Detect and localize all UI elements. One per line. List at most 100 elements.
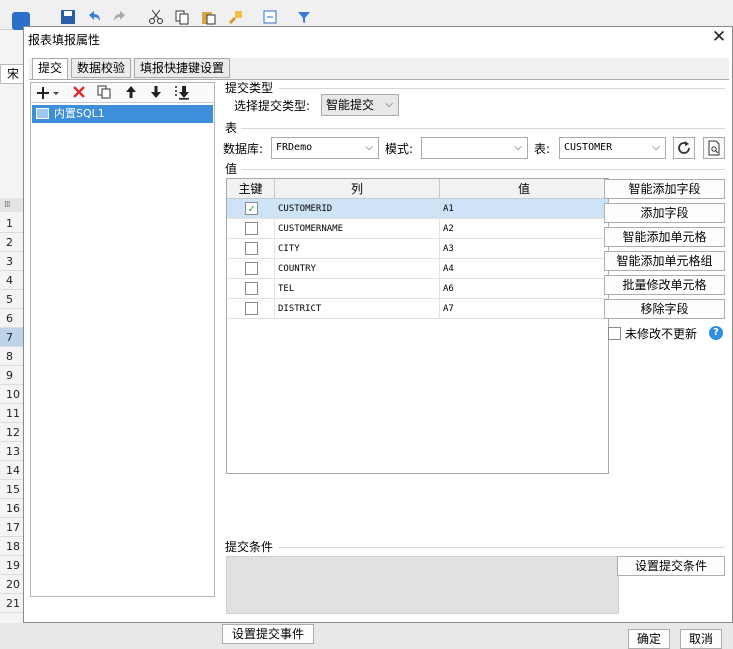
submit-type-separator bbox=[279, 88, 725, 89]
table-section-separator bbox=[241, 128, 725, 129]
set-condition-button[interactable]: 设置提交条件 bbox=[617, 556, 725, 576]
value-cell[interactable]: A7 bbox=[440, 299, 608, 319]
add-field-button[interactable]: 添加字段 bbox=[604, 203, 725, 223]
set-submit-event-button[interactable]: 设置提交事件 bbox=[222, 624, 314, 644]
preview-icon[interactable] bbox=[703, 137, 725, 159]
paste-icon[interactable] bbox=[200, 9, 216, 25]
table-row[interactable]: ✓ CUSTOMERID A1 bbox=[227, 199, 608, 219]
table-row[interactable]: CUSTOMERNAME A2 bbox=[227, 219, 608, 239]
value-cell[interactable]: A6 bbox=[440, 279, 608, 299]
chevron-down-icon: ⌵ bbox=[514, 142, 522, 153]
dialog-title: 报表填报属性 bbox=[28, 33, 101, 47]
no-update-if-unmodified-checkbox[interactable] bbox=[608, 327, 621, 340]
table-select[interactable]: CUSTOMER ⌵ bbox=[559, 137, 666, 159]
database-label: 数据库: bbox=[223, 142, 264, 156]
value-cell[interactable]: A3 bbox=[440, 239, 608, 259]
move-down-icon[interactable] bbox=[146, 84, 166, 102]
format-brush-icon[interactable] bbox=[228, 9, 244, 25]
values-section-label: 值 bbox=[225, 162, 238, 176]
primary-key-checkbox[interactable] bbox=[245, 282, 258, 295]
table-row[interactable]: TEL A6 bbox=[227, 279, 608, 299]
primary-key-cell: ✓ bbox=[227, 199, 275, 219]
ok-button[interactable]: 确定 bbox=[628, 629, 670, 649]
table-icon bbox=[36, 108, 49, 119]
undo-icon[interactable] bbox=[86, 9, 102, 25]
submit-type-label: 选择提交类型: bbox=[234, 99, 311, 113]
condition-section-label: 提交条件 bbox=[225, 540, 274, 554]
smart-add-cell-group-button[interactable]: 智能添加单元格组 bbox=[604, 251, 725, 271]
primary-key-checkbox[interactable] bbox=[245, 262, 258, 275]
column-cell[interactable]: DISTRICT bbox=[275, 299, 440, 319]
value-cell[interactable]: A4 bbox=[440, 259, 608, 279]
primary-key-cell bbox=[227, 259, 275, 279]
copy-item-icon[interactable] bbox=[94, 84, 114, 102]
help-icon[interactable]: ? bbox=[709, 326, 723, 340]
primary-key-checkbox[interactable] bbox=[245, 242, 258, 255]
report-fill-properties-dialog: 报表填报属性 ✕ 提交 数据校验 填报快捷键设置 内置SQL1 提交类型 选择提… bbox=[23, 26, 733, 649]
no-update-if-unmodified-label: 未修改不更新 bbox=[625, 327, 698, 341]
filter-icon[interactable] bbox=[296, 9, 312, 25]
submit-list-pane: 内置SQL1 bbox=[30, 82, 215, 597]
values-section-separator bbox=[241, 169, 725, 170]
primary-key-cell bbox=[227, 219, 275, 239]
column-cell[interactable]: COUNTRY bbox=[275, 259, 440, 279]
chevron-down-icon: ⌵ bbox=[365, 142, 373, 153]
cancel-button[interactable]: 取消 bbox=[680, 629, 722, 649]
move-up-icon[interactable] bbox=[121, 84, 141, 102]
redo-icon[interactable] bbox=[112, 9, 128, 25]
refresh-icon[interactable] bbox=[673, 137, 695, 159]
copy-icon[interactable] bbox=[174, 9, 190, 25]
value-cell[interactable]: A2 bbox=[440, 219, 608, 239]
table-row[interactable]: COUNTRY A4 bbox=[227, 259, 608, 279]
primary-key-checkbox-checked[interactable]: ✓ bbox=[245, 202, 258, 215]
table-value: CUSTOMER bbox=[564, 142, 613, 153]
save-icon[interactable] bbox=[60, 9, 76, 25]
condition-separator bbox=[279, 547, 725, 548]
submit-type-section-label: 提交类型 bbox=[225, 81, 274, 95]
schema-select[interactable]: ⌵ bbox=[421, 137, 528, 159]
cut-icon[interactable] bbox=[148, 9, 164, 25]
table-header: 主键 列 值 bbox=[227, 179, 608, 199]
add-icon[interactable] bbox=[35, 84, 61, 102]
primary-key-cell bbox=[227, 239, 275, 259]
chevron-down-icon: ⌵ bbox=[652, 142, 660, 153]
column-cell[interactable]: CITY bbox=[275, 239, 440, 259]
smart-add-field-button[interactable]: 智能添加字段 bbox=[604, 179, 725, 199]
insert-icon[interactable] bbox=[262, 9, 278, 25]
database-value: FRDemo bbox=[276, 142, 313, 153]
schema-label: 模式: bbox=[385, 142, 414, 156]
column-cell[interactable]: CUSTOMERID bbox=[275, 199, 440, 219]
close-icon[interactable]: ✕ bbox=[710, 28, 728, 46]
tab-data-validation[interactable]: 数据校验 bbox=[71, 58, 132, 78]
tree-item-builtin-sql1[interactable]: 内置SQL1 bbox=[32, 105, 213, 123]
remove-field-button[interactable]: 移除字段 bbox=[604, 299, 725, 319]
header-primary-key: 主键 bbox=[227, 179, 275, 199]
column-cell[interactable]: CUSTOMERNAME bbox=[275, 219, 440, 239]
table-row[interactable]: CITY A3 bbox=[227, 239, 608, 259]
chevron-down-icon: ⌵ bbox=[385, 99, 393, 110]
header-value: 值 bbox=[517, 182, 530, 196]
tree-item-label: 内置SQL1 bbox=[54, 107, 105, 120]
database-select[interactable]: FRDemo ⌵ bbox=[271, 137, 379, 159]
primary-key-checkbox[interactable] bbox=[245, 222, 258, 235]
move-bottom-icon[interactable] bbox=[172, 84, 192, 102]
field-mapping-table: 主键 列 值 ✓ CUSTOMERID A1 CUSTOMERNAME A2 CITY A3… bbox=[226, 178, 609, 474]
submit-tab-panel: 内置SQL1 提交类型 选择提交类型: 智能提交 ⌵ 表 数据库: FRDemo… bbox=[29, 79, 729, 644]
submit-type-value: 智能提交 bbox=[326, 98, 375, 112]
tab-shortcut-settings[interactable]: 填报快捷键设置 bbox=[134, 58, 231, 78]
table-row[interactable]: DISTRICT A7 bbox=[227, 299, 608, 319]
value-cell[interactable]: A1 bbox=[440, 199, 608, 219]
submit-list-toolbar bbox=[31, 83, 214, 103]
condition-area bbox=[226, 556, 619, 614]
delete-icon[interactable] bbox=[69, 84, 89, 102]
submit-type-select[interactable]: 智能提交 ⌵ bbox=[321, 94, 399, 116]
column-cell[interactable]: TEL bbox=[275, 279, 440, 299]
primary-key-checkbox[interactable] bbox=[245, 302, 258, 315]
batch-modify-cell-button[interactable]: 批量修改单元格 bbox=[604, 275, 725, 295]
primary-key-cell bbox=[227, 279, 275, 299]
table-section-label: 表 bbox=[225, 121, 238, 135]
primary-key-cell bbox=[227, 299, 275, 319]
smart-add-cell-button[interactable]: 智能添加单元格 bbox=[604, 227, 725, 247]
table-label: 表: bbox=[534, 142, 551, 156]
tab-submit[interactable]: 提交 bbox=[32, 58, 69, 80]
